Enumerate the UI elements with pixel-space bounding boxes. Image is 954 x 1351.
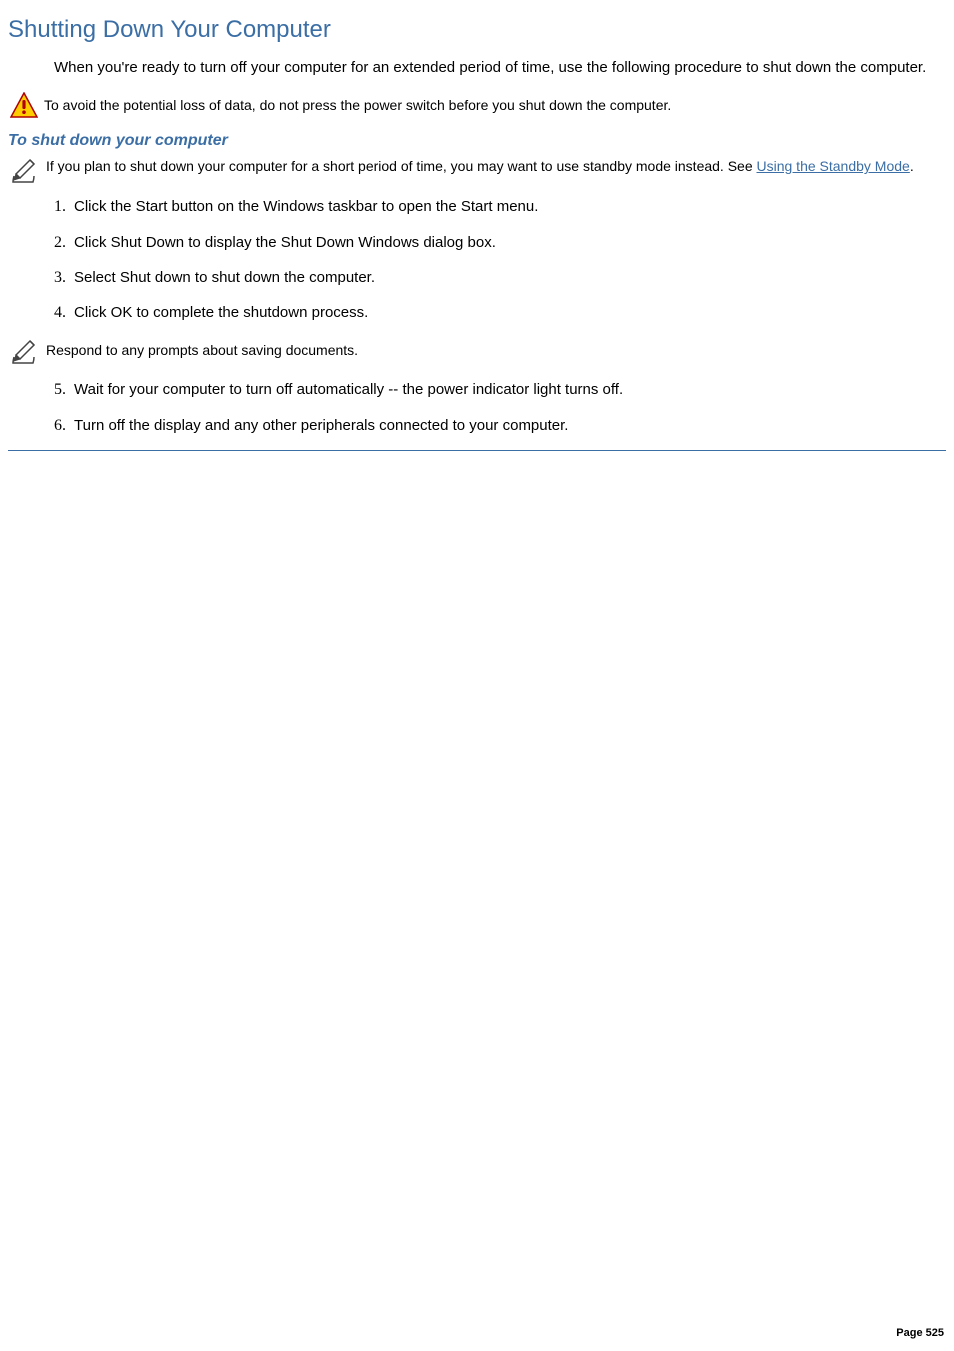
pencil-note-icon xyxy=(10,156,40,184)
note1-pre: If you plan to shut down your computer f… xyxy=(46,158,757,174)
warning-text: To avoid the potential loss of data, do … xyxy=(44,92,946,115)
standby-mode-link[interactable]: Using the Standby Mode xyxy=(757,158,910,174)
step-item: Wait for your computer to turn off autom… xyxy=(70,379,946,400)
steps-list-a: Click the Start button on the Windows ta… xyxy=(44,196,946,323)
warning-icon xyxy=(10,92,38,118)
note-save-prompts-text: Respond to any prompts about saving docu… xyxy=(46,337,946,360)
page-title: Shutting Down Your Computer xyxy=(8,16,946,44)
step-item: Turn off the display and any other perip… xyxy=(70,415,946,436)
note-standby: If you plan to shut down your computer f… xyxy=(8,156,946,184)
step-item: Click the Start button on the Windows ta… xyxy=(70,196,946,217)
page-number: Page 525 xyxy=(896,1327,944,1339)
step-item: Click OK to complete the shutdown proces… xyxy=(70,302,946,323)
intro-paragraph: When you're ready to turn off your compu… xyxy=(54,58,946,78)
note1-post: . xyxy=(910,158,914,174)
procedure-subheading: To shut down your computer xyxy=(8,132,946,150)
step-item: Click Shut Down to display the Shut Down… xyxy=(70,232,946,253)
note-standby-text: If you plan to shut down your computer f… xyxy=(46,152,914,174)
section-divider xyxy=(8,450,946,451)
steps-list-b: Wait for your computer to turn off autom… xyxy=(44,379,946,436)
step-item: Select Shut down to shut down the comput… xyxy=(70,267,946,288)
pencil-note-icon xyxy=(10,337,40,365)
note-save-prompts: Respond to any prompts about saving docu… xyxy=(8,337,946,365)
warning-row: To avoid the potential loss of data, do … xyxy=(8,92,946,118)
